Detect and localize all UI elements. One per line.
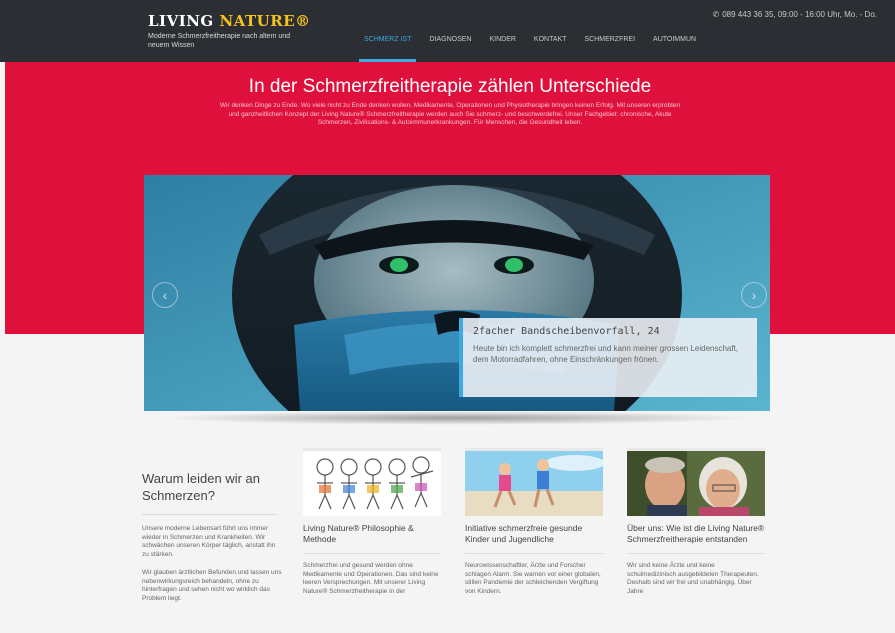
slide-caption-title: 2facher Bandscheibenvorfall, 24 bbox=[473, 326, 660, 337]
phone-contact[interactable]: ✆ 089 443 36 35, 09:00 - 16:00 Uhr, Mo. -… bbox=[713, 10, 877, 19]
card-text: Schmerzfrei und gesund werden ohne Medik… bbox=[303, 562, 439, 595]
site-header: LIVING NATURE® Moderne Schmerzfreitherap… bbox=[0, 0, 895, 62]
hero-title: In der Schmerzfreitherapie zählen Unters… bbox=[248, 76, 652, 97]
card-image-kids-beach[interactable] bbox=[465, 448, 603, 516]
card-image-founders[interactable] bbox=[627, 448, 765, 516]
chevron-left-icon: ‹ bbox=[162, 287, 168, 303]
card-title[interactable]: Über uns: Wie ist die Living Nature® Sch… bbox=[627, 523, 765, 545]
logo-tagline: Moderne Schmerzfreitherapie nach altem u… bbox=[148, 33, 291, 49]
phone-text: 089 443 36 35, 09:00 - 16:00 Uhr, Mo. - … bbox=[722, 10, 877, 19]
card-kinder-initiative[interactable]: Initiative schmerzfreie gesunde Kinder u… bbox=[465, 448, 603, 596]
card-title[interactable]: Initiative schmerzfreie gesunde Kinder u… bbox=[465, 523, 603, 545]
site-logo[interactable]: LIVING NATURE® Moderne Schmerzfreitherap… bbox=[148, 12, 311, 50]
card-ueber-uns[interactable]: Über uns: Wie ist die Living Nature® Sch… bbox=[627, 448, 765, 596]
slider-next-button[interactable]: › bbox=[741, 282, 767, 308]
slider-prev-button[interactable]: ‹ bbox=[152, 282, 178, 308]
nav-item-schmerz-ist[interactable]: Schmerz ist bbox=[355, 34, 420, 62]
slide-caption: 2facher Bandscheibenvorfall, 24 Heute bi… bbox=[459, 318, 757, 397]
nav-item-autoimmun[interactable]: Autoimmun bbox=[644, 34, 705, 62]
card-philosophie[interactable]: Living Nature® Philosophie & Methode Sch… bbox=[303, 448, 441, 596]
intro-text-2: Wir glauben ärztlichen Befunden und lass… bbox=[142, 569, 282, 602]
nav-item-kontakt[interactable]: Kontakt bbox=[525, 34, 576, 62]
intro-heading: Warum leiden wir an Schmerzen? bbox=[142, 471, 261, 503]
card-image-kids-drawing[interactable] bbox=[303, 448, 441, 516]
slide-caption-text: Heute bin ich komplett schmerzfrei und k… bbox=[473, 344, 739, 364]
divider bbox=[303, 553, 441, 554]
phone-icon: ✆ bbox=[712, 10, 720, 19]
divider bbox=[465, 553, 603, 554]
card-text: Neurowissenschaftler, Ärzte und Forscher… bbox=[465, 562, 601, 595]
nav-item-schmerzfrei[interactable]: Schmerzfrei bbox=[575, 34, 644, 62]
main-nav: Schmerz ist Diagnosen Kinder Kontakt Sch… bbox=[355, 34, 705, 62]
divider bbox=[142, 514, 277, 515]
founders-photo bbox=[627, 451, 765, 516]
slider-shadow bbox=[160, 411, 755, 425]
nav-item-kinder[interactable]: Kinder bbox=[480, 34, 524, 62]
card-title[interactable]: Living Nature® Philosophie & Methode bbox=[303, 523, 441, 545]
chevron-right-icon: › bbox=[751, 287, 757, 303]
logo-wordmark: LIVING NATURE® bbox=[148, 12, 311, 30]
intro-text-1: Unsere moderne Lebensart führt uns immer… bbox=[142, 525, 276, 558]
kids-drawing-illustration bbox=[303, 451, 441, 516]
nav-item-diagnosen[interactable]: Diagnosen bbox=[420, 34, 480, 62]
intro-column: Warum leiden wir an Schmerzen? Unsere mo… bbox=[142, 470, 282, 603]
card-text: Wir sind keine Ärzte und keine schulmedi… bbox=[627, 562, 759, 595]
hero-text: Wir denken Dinge zu Ende. Wo viele nicht… bbox=[219, 102, 681, 127]
kids-beach-photo bbox=[465, 451, 603, 516]
divider bbox=[627, 553, 765, 554]
